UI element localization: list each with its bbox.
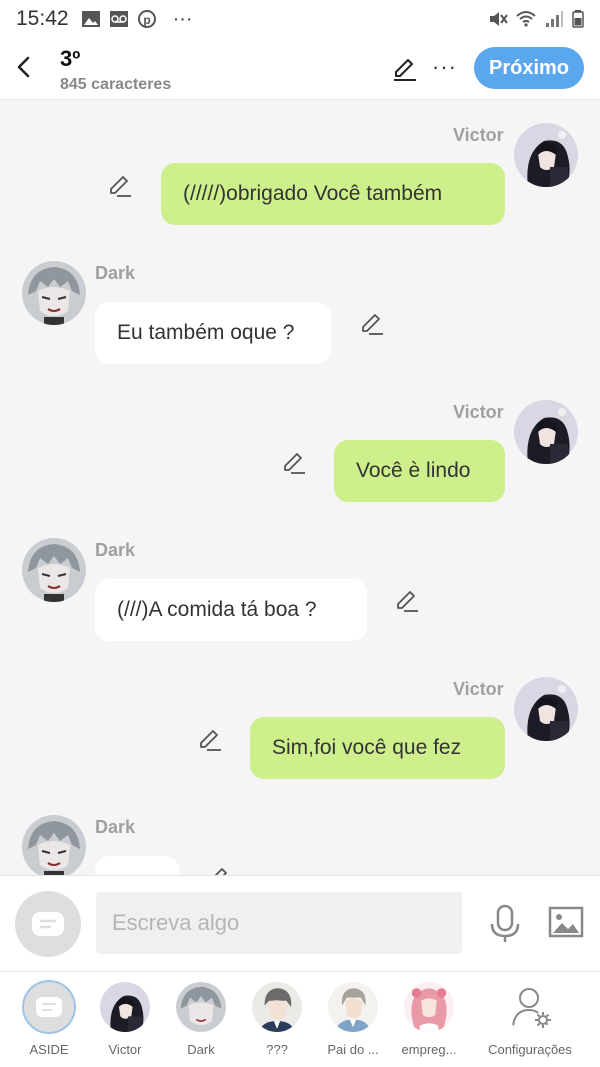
- message-input[interactable]: [96, 892, 462, 954]
- edit-message-icon[interactable]: [197, 727, 223, 753]
- next-button[interactable]: Próximo: [474, 47, 584, 89]
- sender-name: Victor: [453, 679, 504, 699]
- more-dots-icon: ···: [172, 7, 193, 30]
- status-bar: 15:42 p ···: [0, 0, 600, 38]
- back-arrow-icon[interactable]: [12, 52, 36, 82]
- tab-label: Pai do ...: [327, 1042, 379, 1057]
- tab-father[interactable]: Pai do ...: [310, 982, 396, 1057]
- image-icon: [81, 11, 100, 27]
- tab-label: Victor: [108, 1042, 142, 1057]
- edit-message-icon[interactable]: [107, 173, 133, 199]
- sender-name: Victor: [453, 125, 504, 145]
- tab-maid[interactable]: empreg...: [386, 982, 472, 1057]
- pinterest-icon: p: [137, 10, 156, 28]
- microphone-icon[interactable]: [488, 904, 522, 944]
- tab-label: Configurações: [488, 1042, 572, 1057]
- avatar-dark: [176, 982, 226, 1032]
- avatar-victor[interactable]: [514, 677, 578, 741]
- tab-victor[interactable]: Victor: [82, 982, 168, 1057]
- avatar-mystery: [252, 982, 302, 1032]
- message-bubble[interactable]: [95, 856, 179, 875]
- sender-name: Dark: [95, 540, 136, 560]
- wifi-icon: [516, 11, 536, 27]
- more-options-button[interactable]: ···: [432, 54, 457, 80]
- tab-dark[interactable]: Dark: [158, 982, 244, 1057]
- settings-user-icon: [505, 982, 555, 1032]
- avatar-victor: [100, 982, 150, 1032]
- tab-label: Dark: [187, 1042, 215, 1057]
- avatar-victor[interactable]: [514, 123, 578, 187]
- chat-bubble-icon: [24, 982, 74, 1032]
- page-title: 3º: [60, 46, 81, 71]
- message-bubble[interactable]: Sim,foi você que fez: [250, 717, 505, 779]
- avatar-victor[interactable]: [514, 400, 578, 464]
- edit-message-icon[interactable]: [394, 588, 420, 614]
- message-bubble[interactable]: (/////)obrigado Você também: [161, 163, 505, 225]
- battery-icon: [572, 10, 584, 28]
- avatar-father: [328, 982, 378, 1032]
- tab-aside[interactable]: ASIDE: [6, 982, 92, 1057]
- image-picker-icon[interactable]: [548, 906, 584, 938]
- chat-bubble-icon: [32, 912, 64, 936]
- status-time: 15:42: [16, 7, 69, 30]
- mute-icon: [490, 12, 508, 26]
- svg-text:p: p: [143, 13, 150, 27]
- tab-settings[interactable]: Configurações: [486, 982, 574, 1057]
- edit-message-icon[interactable]: [281, 450, 307, 476]
- tab-label: ASIDE: [29, 1042, 69, 1057]
- chat-mode-button[interactable]: [15, 891, 81, 957]
- message-bubble[interactable]: (///)A comida tá boa ?: [95, 579, 367, 641]
- tab-mystery[interactable]: ???: [234, 982, 320, 1057]
- character-count: 845 caracteres: [60, 76, 172, 93]
- edit-message-icon[interactable]: [359, 311, 385, 337]
- avatar-dark[interactable]: [22, 261, 86, 325]
- edit-message-icon[interactable]: [206, 865, 232, 875]
- app-bar: 3º 845 caracteres ··· Próximo: [0, 38, 600, 100]
- voicemail-icon: [109, 11, 128, 27]
- message-bubble[interactable]: Você è lindo: [334, 440, 505, 502]
- edit-pencil-icon[interactable]: [392, 56, 418, 82]
- chat-messages: Victor (/////)obrigado Você também Dark …: [0, 101, 600, 875]
- sender-name: Dark: [95, 263, 136, 283]
- message-composer: [0, 875, 600, 971]
- sender-name: Victor: [453, 402, 504, 422]
- sender-name: Dark: [95, 817, 136, 837]
- avatar-dark[interactable]: [22, 815, 86, 875]
- avatar-dark[interactable]: [22, 538, 86, 602]
- signal-icon: [546, 11, 563, 27]
- tab-label: ???: [266, 1042, 288, 1057]
- character-tab-bar: ASIDE Victor Dark ??? Pai do ... empreg.…: [0, 971, 600, 1067]
- tab-label: empreg...: [401, 1042, 457, 1057]
- avatar-maid: [404, 982, 454, 1032]
- message-bubble[interactable]: Eu também oque ?: [95, 302, 331, 364]
